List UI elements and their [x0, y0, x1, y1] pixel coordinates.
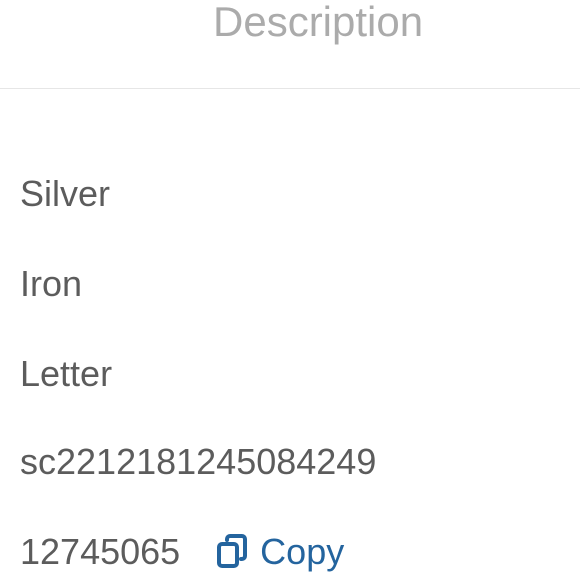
detail-value-type: Letter	[20, 353, 113, 394]
tab-description[interactable]: Description	[213, 0, 423, 50]
detail-value-id: 12745065	[20, 531, 181, 572]
tab-header: Description	[0, 0, 580, 89]
detail-row-id: 12745065 Copy	[20, 530, 344, 574]
detail-value-material: Iron	[20, 263, 83, 304]
detail-value-color: Silver	[20, 173, 111, 214]
copy-label: Copy	[260, 531, 345, 572]
copy-icon	[216, 534, 250, 570]
copy-button[interactable]: Copy	[216, 530, 344, 574]
detail-value-sku: sc2212181245084249	[20, 441, 377, 482]
product-details-panel: Description Silver Iron Letter sc2212181…	[0, 0, 580, 580]
